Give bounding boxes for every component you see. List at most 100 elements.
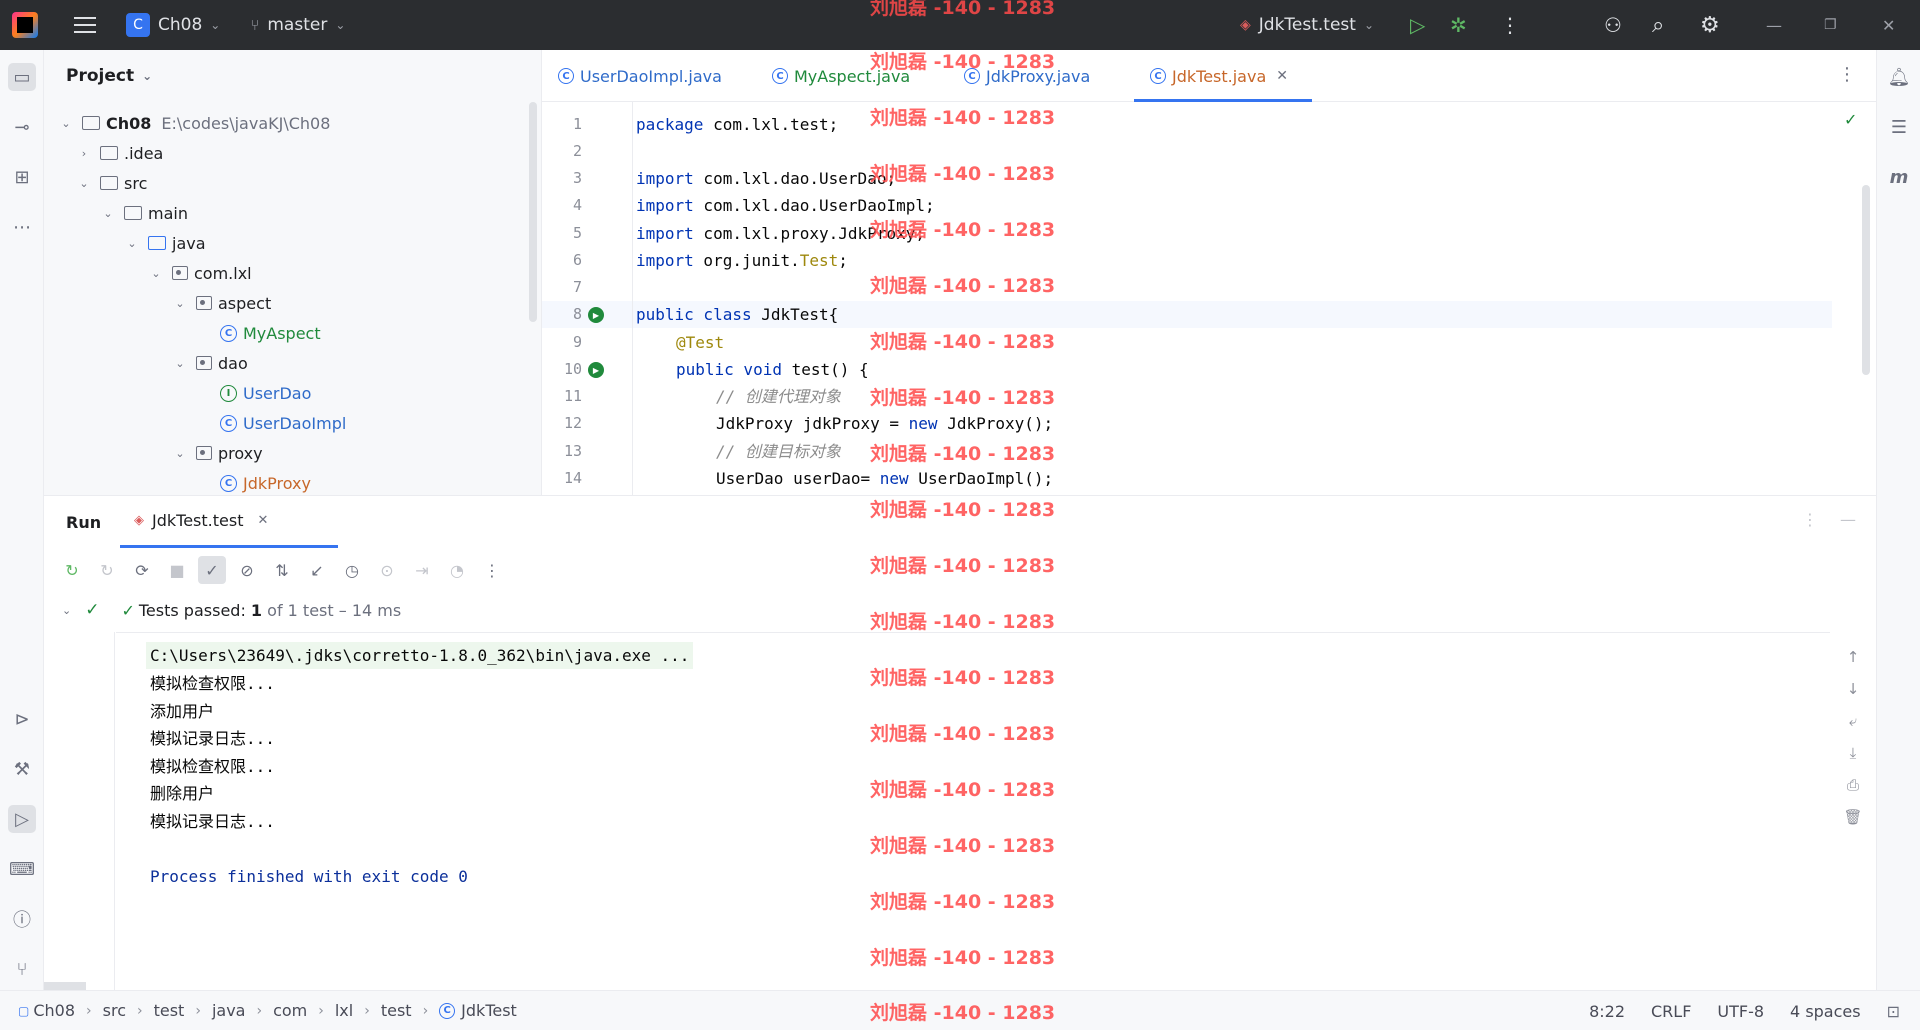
scroll-down-icon[interactable]: ↓ — [1842, 678, 1864, 700]
close-icon[interactable]: ✕ — [1882, 0, 1895, 50]
indent-setting[interactable]: 4 spaces — [1790, 1002, 1861, 1021]
breadcrumb-item[interactable]: lxl — [335, 1001, 353, 1020]
services-tool-icon[interactable]: ⊳ — [8, 705, 36, 733]
soft-wrap-icon[interactable]: ⤶ — [1842, 710, 1864, 732]
screenshot-icon[interactable]: ⊙ — [373, 556, 401, 584]
run-test-gutter-icon[interactable]: ▶ — [588, 362, 604, 378]
run-icon[interactable]: ▷ — [1410, 0, 1425, 50]
more-tools-icon[interactable]: ⋯ — [8, 213, 36, 241]
database-icon[interactable]: ☰ — [1885, 113, 1913, 141]
show-passed-icon[interactable]: ✓ — [198, 556, 226, 584]
no-problems-check-icon[interactable]: ✓ — [1844, 110, 1857, 129]
file-encoding[interactable]: UTF-8 — [1717, 1002, 1764, 1021]
breadcrumb-item[interactable]: JdkTest — [461, 1001, 517, 1020]
maven-icon[interactable]: m — [1885, 163, 1913, 191]
minimize-icon[interactable]: — — [1766, 0, 1782, 50]
sort-icon[interactable]: ⇅ — [268, 556, 296, 584]
run-config-selector[interactable]: ◈ JdkTest.test ⌄ — [1240, 0, 1374, 50]
breadcrumb-item[interactable]: src — [103, 1001, 126, 1020]
settings-icon[interactable]: ⚙ — [1700, 0, 1720, 50]
line-ending[interactable]: CRLF — [1651, 1002, 1691, 1021]
stop-icon[interactable]: ■ — [163, 556, 191, 584]
chevron-down-icon: ⌄ — [142, 69, 153, 83]
search-icon[interactable]: ⌕ — [1652, 0, 1664, 50]
tree-item-userdaoimpl[interactable]: C UserDaoImpl — [220, 408, 346, 438]
caret-position[interactable]: 8:22 — [1589, 1002, 1625, 1021]
breadcrumb-item[interactable]: test — [154, 1001, 185, 1020]
chevron-down-icon: ⌄ — [61, 116, 71, 130]
console-line: Process finished with exit code 0 — [150, 867, 468, 886]
import-tests-icon[interactable]: ↙ — [303, 556, 331, 584]
hide-panel-icon[interactable]: — — [1840, 510, 1856, 529]
main-menu-icon[interactable] — [74, 17, 96, 33]
tree-item-java[interactable]: ⌄ java — [124, 228, 206, 258]
build-tool-icon[interactable]: ⚒ — [8, 755, 36, 783]
tab-jdktest[interactable]: C JdkTest.java ✕ — [1134, 50, 1312, 102]
line-number: 6 — [572, 251, 582, 269]
close-tab-icon[interactable]: ✕ — [257, 513, 268, 528]
export-icon[interactable]: ⇥ — [408, 556, 436, 584]
chevron-down-icon[interactable]: ⌄ — [62, 604, 71, 617]
tree-item-src[interactable]: ⌄ src — [76, 168, 147, 198]
commit-tool-icon[interactable]: ⊸ — [8, 113, 36, 141]
tree-item-userdao[interactable]: I UserDao — [220, 378, 311, 408]
lock-icon[interactable]: ⊡ — [1887, 1002, 1900, 1021]
terminal-tool-icon[interactable]: ⌨ — [8, 855, 36, 883]
run-tab-jdktest[interactable]: ◈ JdkTest.test ✕ — [120, 496, 338, 548]
notifications-icon[interactable]: 🔔︎ — [1885, 63, 1913, 91]
code-with-me-icon[interactable]: ⚇ — [1604, 0, 1622, 50]
run-class-gutter-icon[interactable]: ▶ — [588, 307, 604, 323]
tab-userdaoimpl[interactable]: C UserDaoImpl.java — [558, 50, 722, 102]
close-tab-icon[interactable]: ✕ — [1276, 68, 1288, 84]
coverage-icon[interactable]: ◔ — [443, 556, 471, 584]
breadcrumb-item[interactable]: Ch08 — [33, 1001, 75, 1020]
code-area[interactable]: 1 2 3 4 5 6 7 8 9 10 11 12 13 14 ▶ ▶ pac… — [542, 102, 1876, 495]
tree-item-dao[interactable]: ⌄ dao — [172, 348, 247, 378]
left-tool-strip: ▭ ⊸ ⊞ ⋯ ⊳ ⚒ ▷ ⌨ ⓘ ⑂ — [0, 50, 44, 990]
clear-all-icon[interactable]: 🗑︎ — [1842, 806, 1864, 828]
breadcrumb-item[interactable]: test — [381, 1001, 412, 1020]
scroll-to-end-icon[interactable]: ⤓ — [1842, 742, 1864, 764]
project-selector[interactable]: C Ch08 ⌄ — [96, 0, 220, 50]
show-ignored-icon[interactable]: ⊘ — [233, 556, 261, 584]
tab-options-icon[interactable]: ⋮ — [1838, 64, 1856, 85]
line-number: 12 — [563, 414, 582, 432]
run-panel-options-icon[interactable]: ⋮ — [1802, 510, 1818, 529]
structure-tool-icon[interactable]: ⊞ — [8, 163, 36, 191]
breadcrumb-item[interactable]: com — [273, 1001, 307, 1020]
run-tool-icon[interactable]: ▷ — [8, 805, 36, 833]
rerun-failed-icon[interactable]: ↻ — [93, 556, 121, 584]
rerun-icon[interactable]: ↻ — [58, 556, 86, 584]
class-icon: C — [220, 474, 237, 492]
tree-item-jdkproxy[interactable]: C JdkProxy — [220, 468, 311, 498]
restore-icon[interactable]: ❐ — [1824, 0, 1837, 50]
project-panel-header[interactable]: Project ⌄ — [44, 50, 541, 102]
debug-icon[interactable]: ✲ — [1450, 0, 1467, 50]
project-scrollbar[interactable] — [529, 102, 537, 322]
scroll-up-icon[interactable]: ↑ — [1842, 646, 1864, 668]
tree-root-label: Ch08 — [106, 113, 152, 133]
branch-selector[interactable]: ⑂ master ⌄ — [250, 0, 345, 50]
history-icon[interactable]: ◷ — [338, 556, 366, 584]
tree-item-main[interactable]: ⌄ main — [100, 198, 188, 228]
more-actions-icon[interactable]: ⋮ — [1500, 0, 1520, 50]
git-tool-icon[interactable]: ⑂ — [8, 955, 36, 983]
more-icon[interactable]: ⋮ — [478, 556, 506, 584]
toggle-auto-test-icon[interactable]: ⟳ — [128, 556, 156, 584]
tree-item-com-lxl[interactable]: ⌄ com.lxl — [148, 258, 251, 288]
tree-item-label: java — [172, 233, 206, 253]
tree-item-idea[interactable]: › .idea — [76, 138, 164, 168]
tree-item-aspect[interactable]: ⌄ aspect — [172, 288, 271, 318]
console-line: 添加用户 — [150, 702, 215, 721]
tree-item-proxy[interactable]: ⌄ proxy — [172, 438, 262, 468]
run-config-name: JdkTest.test — [1258, 15, 1356, 35]
print-icon[interactable]: ⎙ — [1842, 774, 1864, 796]
editor-scrollbar[interactable] — [1862, 185, 1870, 375]
tree-root[interactable]: ⌄ Ch08 E:\codes\javaKJ\Ch08 — [58, 108, 330, 138]
test-passed-icon: ✓ — [121, 600, 135, 620]
tree-item-myaspect[interactable]: C MyAspect — [220, 318, 321, 348]
chevron-down-icon: ⌄ — [1363, 18, 1375, 32]
problems-tool-icon[interactable]: ⓘ — [8, 905, 36, 933]
breadcrumb-item[interactable]: java — [212, 1001, 246, 1020]
project-tool-icon[interactable]: ▭ — [8, 63, 36, 91]
